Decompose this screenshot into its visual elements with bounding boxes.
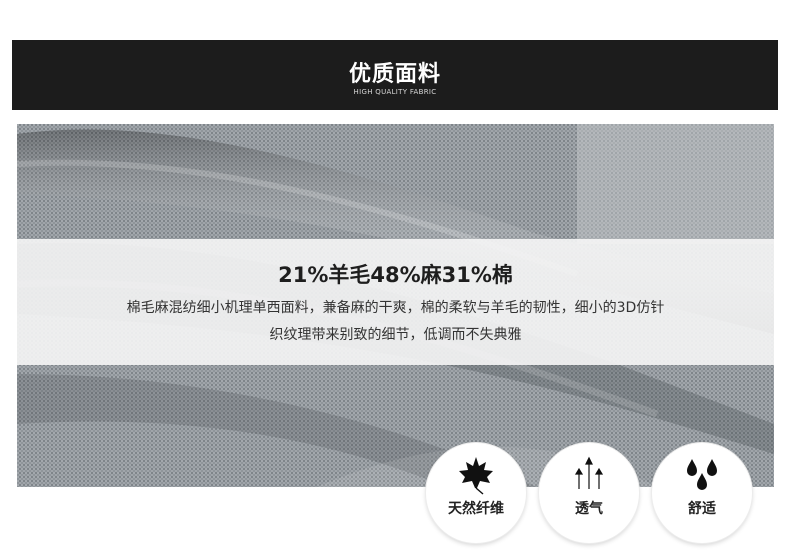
description-line-1: 棉毛麻混纺细小机理单西面料，兼备麻的干爽，棉的柔软与羊毛的韧性，细小的3D仿针 xyxy=(126,300,665,316)
description-line-2: 织纹理带来别致的细节，低调而不失典雅 xyxy=(269,327,522,343)
water-drops-icon xyxy=(652,455,752,495)
feature-label: 透气 xyxy=(575,501,603,517)
composition-title: 21%羊毛48%麻31%棉 xyxy=(278,263,513,287)
maple-leaf-icon xyxy=(426,455,526,495)
feature-label: 舒适 xyxy=(688,501,716,517)
feature-breathable: 透气 xyxy=(539,443,639,543)
composition-description: 棉毛麻混纺细小机理单西面料，兼备麻的干爽，棉的柔软与羊毛的韧性，细小的3D仿针 … xyxy=(37,295,754,349)
header-banner: 优质面料 HIGH QUALITY FABRIC xyxy=(12,40,778,110)
header-title: 优质面料 xyxy=(348,62,441,87)
arrows-up-icon xyxy=(539,455,639,495)
composition-panel: 21%羊毛48%麻31%棉 棉毛麻混纺细小机理单西面料，兼备麻的干爽，棉的柔软与… xyxy=(17,239,774,365)
feature-natural-fiber: 天然纤维 xyxy=(426,443,526,543)
feature-comfortable: 舒适 xyxy=(652,443,752,543)
header-subtitle: HIGH QUALITY FABRIC xyxy=(353,88,437,96)
feature-label: 天然纤维 xyxy=(448,501,504,517)
